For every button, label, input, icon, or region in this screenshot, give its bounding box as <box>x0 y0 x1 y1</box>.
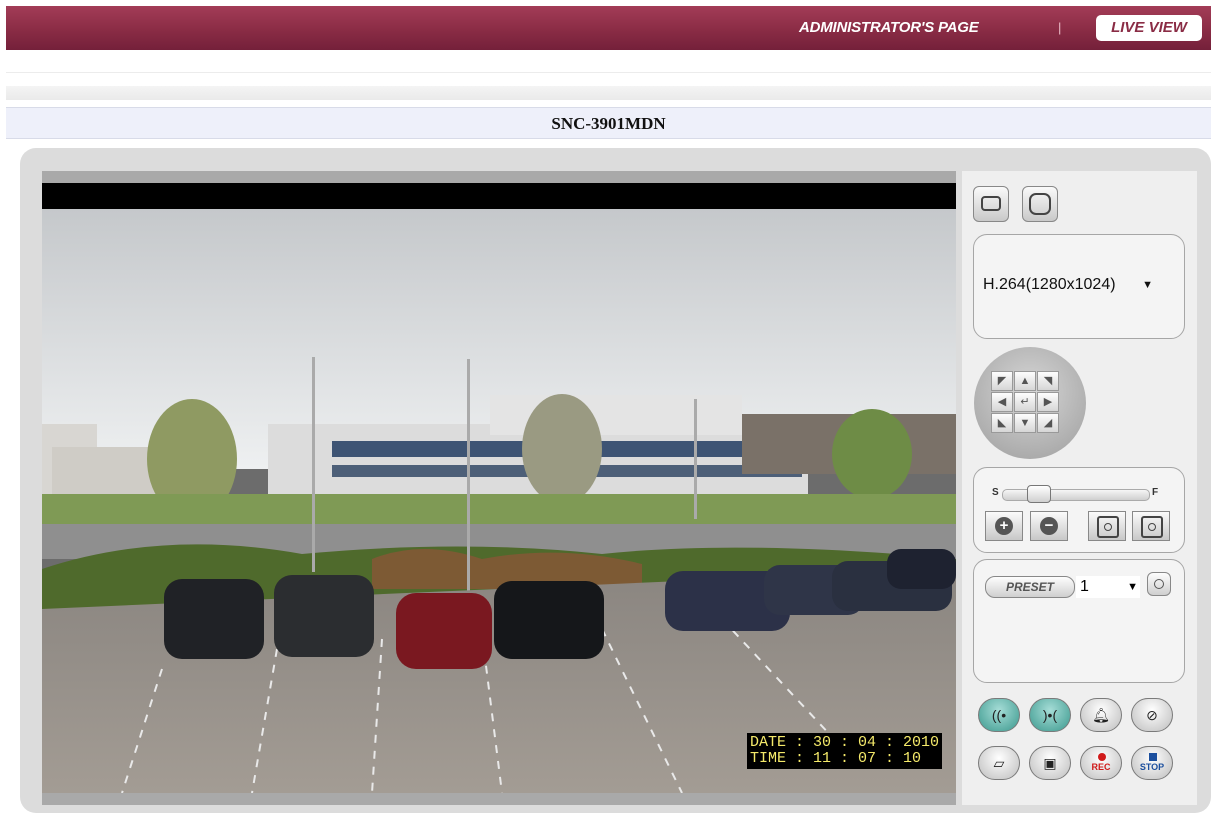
record-icon <box>1098 753 1106 761</box>
frame-view-button[interactable] <box>973 186 1009 222</box>
ptz-home-button[interactable]: ↵ <box>1014 392 1036 412</box>
zoom-in-button[interactable]: + <box>985 511 1023 541</box>
top-navigation-bar: ADMINISTRATOR'S PAGE | LIVE VIEW <box>6 6 1211 50</box>
ptz-up-left-button[interactable]: ◤ <box>991 371 1013 391</box>
chevron-down-icon: ▼ <box>1127 581 1138 593</box>
codec-select[interactable]: H.264(1280x1024) ▼ <box>983 272 1153 298</box>
ptz-right-button[interactable]: ▶ <box>1037 392 1059 412</box>
stop-button[interactable]: STOP <box>1131 746 1173 780</box>
capture-frame-icon: ▱ <box>993 755 1005 771</box>
audio-listen-button[interactable]: ((• <box>978 698 1020 732</box>
live-view-tab[interactable]: LIVE VIEW <box>1096 15 1202 41</box>
focus-near-button[interactable] <box>1088 511 1126 541</box>
target-icon <box>1154 579 1164 589</box>
fullscreen-icon <box>1029 193 1051 215</box>
speed-slider-thumb[interactable] <box>1027 485 1051 503</box>
ptz-down-left-button[interactable]: ◣ <box>991 413 1013 433</box>
codec-select-value: H.264(1280x1024) <box>983 276 1116 293</box>
nav-separator: | <box>1058 20 1062 35</box>
focus-far-icon <box>1141 516 1163 538</box>
ptz-up-right-button[interactable]: ◥ <box>1037 371 1059 391</box>
alarm-bell-icon: 🔔︎ <box>1092 707 1110 723</box>
video-scene <box>42 209 956 793</box>
ptz-up-button[interactable]: ▲ <box>1014 371 1036 391</box>
talk-icon: )•( <box>1042 707 1058 723</box>
osd-time: TIME : 11 : 07 : 10 <box>749 750 921 767</box>
ptz-down-right-button[interactable]: ◢ <box>1037 413 1059 433</box>
focus-far-button[interactable] <box>1132 511 1170 541</box>
ptz-left-button[interactable]: ◀ <box>991 392 1013 412</box>
administrators-page-link[interactable]: ADMINISTRATOR'S PAGE <box>799 19 979 36</box>
zoom-out-button[interactable]: − <box>1030 511 1068 541</box>
record-label: REC <box>1091 762 1111 772</box>
divider <box>6 72 1211 73</box>
video-timestamp-overlay: DATE : 30 : 04 : 2010 TIME : 11 : 07 : 1… <box>746 733 942 769</box>
capture-frame-button[interactable]: ▱ <box>978 746 1020 780</box>
slider-near-label: S <box>992 487 999 498</box>
audio-talk-button[interactable]: )•( <box>1029 698 1071 732</box>
model-bar: SNC-3901MDN <box>6 107 1211 139</box>
toolbar-band <box>6 86 1211 100</box>
alarm-off-icon: ⊘ <box>1146 707 1158 723</box>
live-video[interactable]: DATE : 30 : 04 : 2010 TIME : 11 : 07 : 1… <box>42 209 956 793</box>
zoom-out-icon: − <box>1040 517 1058 535</box>
stop-label: STOP <box>1139 762 1165 772</box>
page-title: SNC-3901MDN <box>551 114 666 133</box>
alarm-button[interactable]: 🔔︎ <box>1080 698 1122 732</box>
preset-go-button[interactable] <box>1147 572 1171 596</box>
snapshot-button[interactable]: ▣ <box>1029 746 1071 780</box>
osd-date: DATE : 30 : 04 : 2010 <box>749 734 939 751</box>
ptz-down-button[interactable]: ▼ <box>1014 413 1036 433</box>
video-letterbox <box>42 183 956 209</box>
frame-icon <box>981 196 1001 211</box>
slider-far-label: F <box>1152 487 1159 498</box>
audio-icon: ((• <box>991 707 1007 723</box>
zoom-in-icon: + <box>995 517 1013 535</box>
stop-icon <box>1149 753 1157 761</box>
chevron-down-icon: ▼ <box>1142 279 1153 291</box>
preset-button[interactable]: PRESET <box>985 576 1075 598</box>
focus-near-icon <box>1097 516 1119 538</box>
speed-slider-track[interactable] <box>1002 489 1150 501</box>
preset-select-value: 1 <box>1080 578 1089 595</box>
alarm-off-button[interactable]: ⊘ <box>1131 698 1173 732</box>
fullscreen-view-button[interactable] <box>1022 186 1058 222</box>
record-button[interactable]: REC <box>1080 746 1122 780</box>
preset-select[interactable]: 1 ▼ <box>1076 576 1140 598</box>
camera-icon: ▣ <box>1043 755 1057 771</box>
